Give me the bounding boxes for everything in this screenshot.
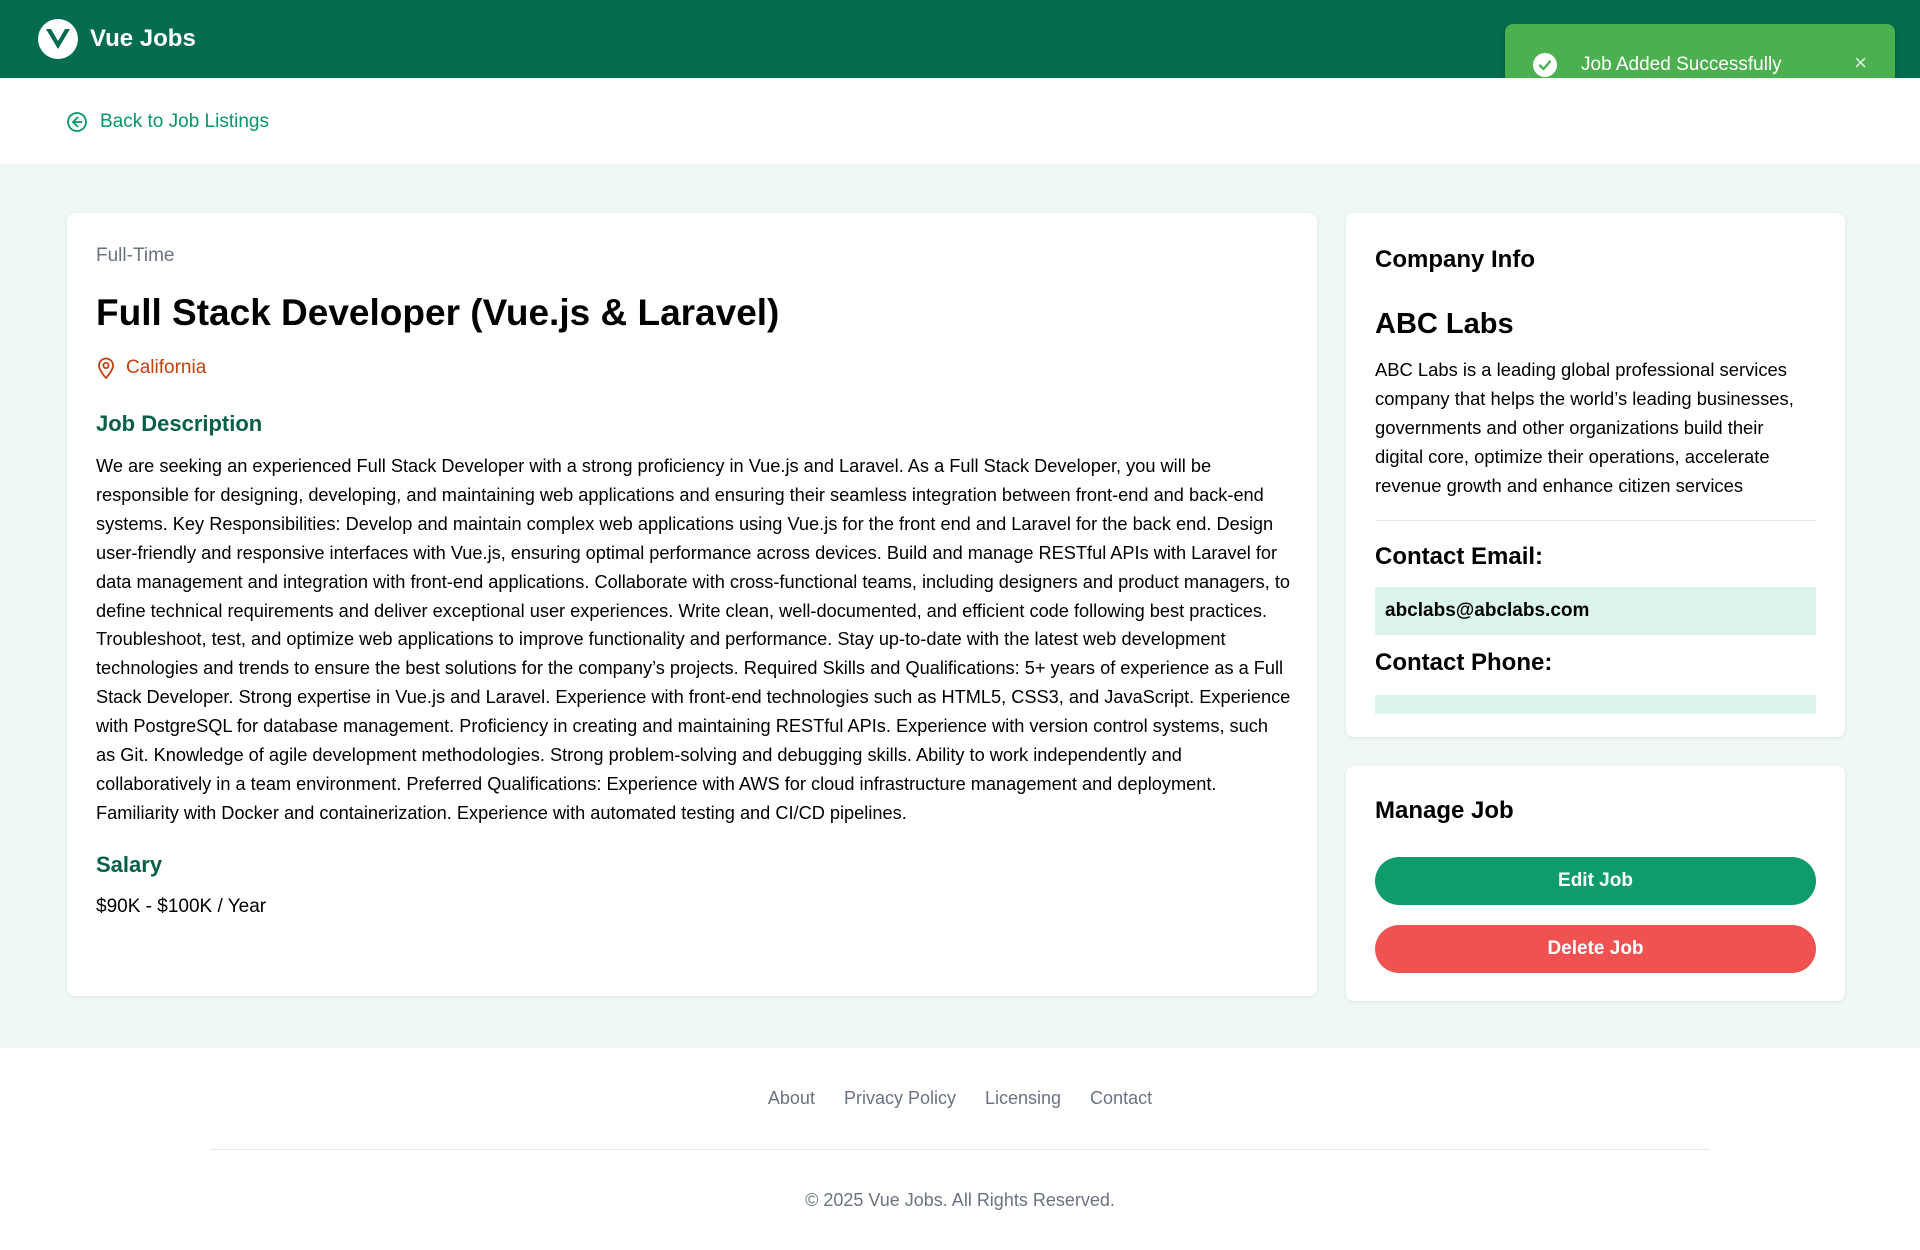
delete-job-button[interactable]: Delete Job — [1375, 925, 1816, 973]
footer-links: About Privacy Policy Licensing Contact — [0, 1088, 1920, 1109]
divider — [1375, 520, 1816, 521]
salary-heading: Salary — [96, 851, 163, 877]
salary-value: $90K - $100K / Year — [96, 895, 267, 917]
footer-link-privacy-policy[interactable]: Privacy Policy — [844, 1088, 956, 1109]
job-title: Full Stack Developer (Vue.js & Laravel) — [96, 292, 780, 333]
footer-divider — [210, 1149, 1710, 1150]
company-info-card: Company Info ABC Labs ABC Labs is a lead… — [1346, 213, 1845, 737]
back-to-listings-link[interactable]: Back to Job Listings — [66, 111, 269, 133]
vue-logo-icon — [38, 19, 78, 59]
job-description: We are seeking an experienced Full Stack… — [96, 456, 1291, 823]
contact-email-value: abclabs@abclabs.com — [1375, 587, 1816, 635]
brand[interactable]: Vue Jobs — [38, 19, 196, 59]
contact-phone-label: Contact Phone: — [1375, 649, 1553, 676]
contact-phone-value — [1375, 695, 1816, 714]
footer: About Privacy Policy Licensing Contact ©… — [0, 1048, 1920, 1250]
map-pin-icon — [96, 356, 116, 380]
job-type: Full-Time — [96, 245, 175, 266]
description-heading: Job Description — [96, 411, 263, 436]
copyright: © 2025 Vue Jobs. All Rights Reserved. — [805, 1190, 1115, 1210]
company-name: ABC Labs — [1375, 308, 1514, 340]
company-description: ABC Labs is a leading global professiona… — [1375, 359, 1794, 496]
arrow-left-circle-icon — [66, 111, 88, 133]
close-icon[interactable]: × — [1854, 52, 1867, 74]
back-link-label: Back to Job Listings — [100, 111, 269, 132]
job-location: California — [96, 356, 1288, 380]
brand-name: Vue Jobs — [90, 25, 196, 52]
back-row: Back to Job Listings — [0, 78, 1920, 164]
footer-link-about[interactable]: About — [768, 1088, 815, 1109]
manage-job-heading: Manage Job — [1375, 797, 1514, 824]
company-info-heading: Company Info — [1375, 246, 1535, 273]
check-circle-icon — [1533, 53, 1557, 77]
footer-link-licensing[interactable]: Licensing — [985, 1088, 1061, 1109]
contact-email-label: Contact Email: — [1375, 543, 1544, 570]
job-details-card: Full-Time Full Stack Developer (Vue.js &… — [67, 213, 1317, 996]
main-content: Full-Time Full Stack Developer (Vue.js &… — [0, 164, 1920, 1048]
edit-job-button[interactable]: Edit Job — [1375, 857, 1816, 905]
location-label: California — [126, 357, 207, 378]
manage-job-card: Manage Job Edit Job Delete Job — [1346, 766, 1845, 1001]
toast-message: Job Added Successfully — [1581, 54, 1782, 75]
footer-link-contact[interactable]: Contact — [1090, 1088, 1152, 1109]
